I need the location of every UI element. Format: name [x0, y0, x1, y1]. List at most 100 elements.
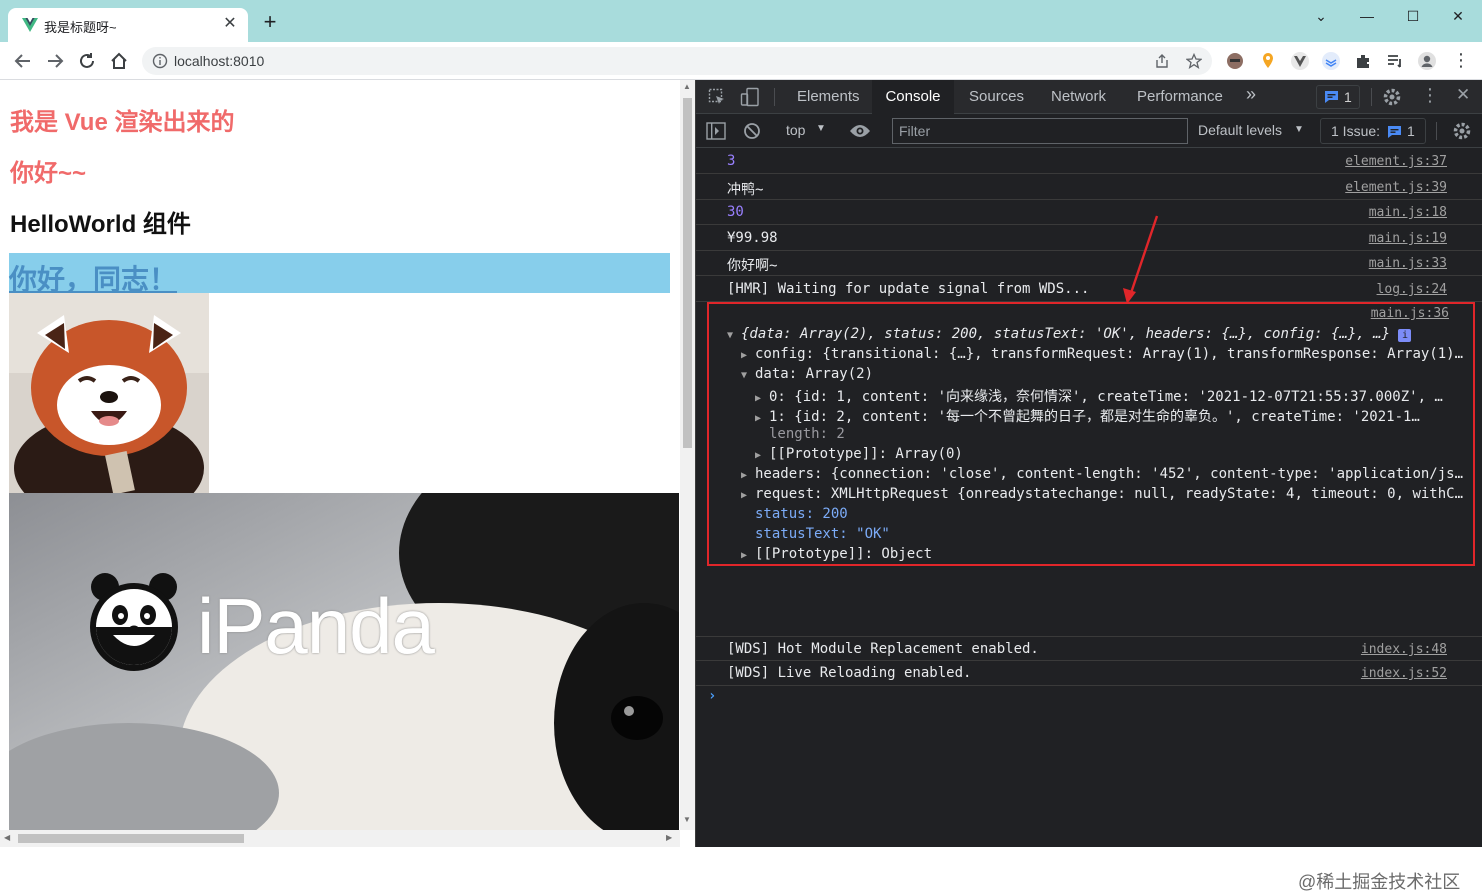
- console-settings-gear-icon[interactable]: [1452, 121, 1472, 141]
- extension-layers-icon[interactable]: [1321, 51, 1341, 71]
- sidebar-toggle-icon[interactable]: [706, 122, 726, 140]
- collapsed-triangle-icon: ▶: [741, 470, 748, 481]
- console-row: [WDS] Live Reloading enabled. index.js:5…: [696, 661, 1482, 686]
- scroll-right-icon[interactable]: ▶: [666, 833, 672, 842]
- filter-placeholder: Filter: [899, 123, 931, 139]
- devtools-tab-bar: Elements Console Sources Network Perform…: [696, 80, 1482, 114]
- page-vertical-scroll-thumb[interactable]: [683, 98, 692, 448]
- tab-performance[interactable]: Performance: [1137, 88, 1223, 105]
- collapsed-triangle-icon: ▶: [741, 490, 748, 501]
- tab-network[interactable]: Network: [1051, 88, 1106, 105]
- minimize-icon[interactable]: —: [1352, 6, 1382, 26]
- page-vertical-scrollbar[interactable]: ▲ ▼: [680, 80, 695, 830]
- console-row: 冲鸭~ element.js:39: [696, 175, 1482, 200]
- object-property-request[interactable]: ▶ request: XMLHttpRequest {onreadystatech…: [741, 486, 1463, 502]
- chevron-down-icon: ▼: [1294, 124, 1304, 135]
- object-prototype[interactable]: ▶ [[Prototype]]: Object: [741, 546, 932, 562]
- console-source-link[interactable]: main.js:18: [1369, 205, 1447, 220]
- filter-input[interactable]: Filter: [892, 118, 1188, 144]
- issues-count: 1: [1407, 123, 1415, 139]
- bookmark-star-icon[interactable]: [1186, 53, 1202, 69]
- console-row: 3 element.js:37: [696, 149, 1482, 174]
- console-source-link[interactable]: main.js:36: [1371, 306, 1449, 321]
- page-horizontal-scroll-thumb[interactable]: [18, 834, 244, 843]
- new-tab-icon[interactable]: +: [258, 11, 282, 35]
- tab-search-icon[interactable]: ⌄: [1306, 6, 1336, 26]
- extensions-puzzle-icon[interactable]: [1353, 51, 1373, 71]
- browser-menu-icon[interactable]: ⋮: [1452, 50, 1470, 71]
- scroll-down-icon[interactable]: ▼: [683, 815, 691, 824]
- console-source-link[interactable]: main.js:19: [1369, 231, 1447, 246]
- issues-counter-button[interactable]: 1: [1316, 85, 1360, 109]
- object-summary[interactable]: ▼ {data: Array(2), status: 200, statusTex…: [727, 326, 1412, 342]
- address-bar[interactable]: localhost:8010: [142, 47, 1212, 75]
- ipanda-image: iPanda: [9, 493, 679, 838]
- more-tabs-icon[interactable]: »: [1246, 84, 1256, 105]
- console-source-link[interactable]: element.js:39: [1345, 180, 1447, 195]
- share-icon[interactable]: [1154, 53, 1170, 69]
- clear-console-icon[interactable]: [743, 122, 761, 140]
- console-message: [WDS] Live Reloading enabled.: [727, 665, 972, 681]
- inspect-element-icon[interactable]: [708, 88, 726, 106]
- console-source-link[interactable]: element.js:37: [1345, 154, 1447, 169]
- issues-counter-value: 1: [1344, 89, 1352, 105]
- object-property-config[interactable]: ▶ config: {transitional: {…}, transformRe…: [741, 346, 1463, 362]
- console-row: ¥99.98 main.js:19: [696, 226, 1482, 251]
- tab-console[interactable]: Console: [872, 80, 954, 114]
- chevron-down-icon: ▼: [816, 123, 826, 134]
- vue-devtools-icon[interactable]: [1290, 51, 1310, 71]
- object-property-data[interactable]: ▼ data: Array(2): [741, 366, 873, 382]
- close-devtools-icon[interactable]: ✕: [1456, 85, 1470, 105]
- back-icon[interactable]: [12, 50, 34, 72]
- object-prototype[interactable]: ▶ [[Prototype]]: Array(0): [755, 446, 963, 462]
- annotation-arrow-icon: [1123, 215, 1159, 304]
- ipanda-logo-icon: [90, 573, 178, 671]
- tab-title: 我是标题呀~: [44, 20, 117, 35]
- eye-icon[interactable]: [849, 123, 871, 139]
- reload-icon[interactable]: [76, 50, 98, 72]
- tab-elements[interactable]: Elements: [797, 88, 860, 105]
- issues-button[interactable]: 1 Issue: 1: [1320, 118, 1426, 144]
- ipanda-logo-text: iPanda: [197, 582, 435, 670]
- tab-sources[interactable]: Sources: [969, 88, 1024, 105]
- object-property-headers[interactable]: ▶ headers: {connection: 'close', content-…: [741, 466, 1463, 482]
- greeting-link[interactable]: 你好，同志！: [9, 258, 177, 298]
- devtools-menu-icon[interactable]: ⋮: [1421, 85, 1439, 106]
- close-icon[interactable]: ✕: [220, 14, 240, 34]
- scroll-left-icon[interactable]: ◀: [4, 833, 10, 842]
- object-array-item[interactable]: ▶ 0: {id: 1, content: '向来缘浅，奈何情深', create…: [755, 386, 1443, 406]
- red-panda-image: [9, 293, 209, 493]
- forward-icon[interactable]: [44, 50, 66, 72]
- log-levels-dropdown[interactable]: Default levels: [1198, 122, 1282, 138]
- divider: [774, 88, 775, 106]
- context-selector[interactable]: top: [786, 122, 805, 138]
- reading-list-icon[interactable]: [1385, 51, 1405, 71]
- collapsed-triangle-icon: ▶: [741, 550, 748, 561]
- console-source-link[interactable]: index.js:48: [1361, 642, 1447, 657]
- object-array-item[interactable]: ▶ 1: {id: 2, content: '每一个不曾起舞的日子，都是对生命的辜…: [755, 406, 1420, 426]
- console-message: 冲鸭~: [727, 182, 764, 198]
- extension-avatar-icon[interactable]: [1225, 51, 1245, 71]
- console-source-link[interactable]: log.js:24: [1377, 282, 1447, 297]
- console-source-link[interactable]: main.js:33: [1369, 256, 1447, 271]
- console-message: 30: [727, 204, 744, 220]
- extension-location-icon[interactable]: [1258, 51, 1278, 71]
- browser-toolbar: localhost:8010 ⋮: [0, 42, 1482, 80]
- device-toolbar-icon[interactable]: [740, 87, 760, 107]
- console-message: 3: [727, 153, 736, 169]
- info-icon[interactable]: [152, 53, 168, 69]
- maximize-icon[interactable]: ☐: [1398, 6, 1428, 26]
- console-row: [WDS] Hot Module Replacement enabled. in…: [696, 636, 1482, 661]
- settings-gear-icon[interactable]: [1382, 87, 1402, 107]
- page-horizontal-scrollbar[interactable]: ◀ ▶: [0, 830, 680, 847]
- home-icon[interactable]: [108, 50, 130, 72]
- console-source-link[interactable]: index.js:52: [1361, 666, 1447, 681]
- window-close-icon[interactable]: ✕: [1443, 6, 1473, 26]
- info-icon: i: [1398, 329, 1412, 342]
- console-prompt-input[interactable]: ›: [708, 688, 716, 704]
- scroll-up-icon[interactable]: ▲: [683, 82, 691, 91]
- console-messages: 3 element.js:37 冲鸭~ element.js:39 30 mai…: [696, 148, 1482, 892]
- browser-tab[interactable]: 我是标题呀~ ✕: [8, 8, 248, 42]
- profile-avatar-icon[interactable]: [1417, 51, 1437, 71]
- console-message: 你好啊~: [727, 258, 778, 274]
